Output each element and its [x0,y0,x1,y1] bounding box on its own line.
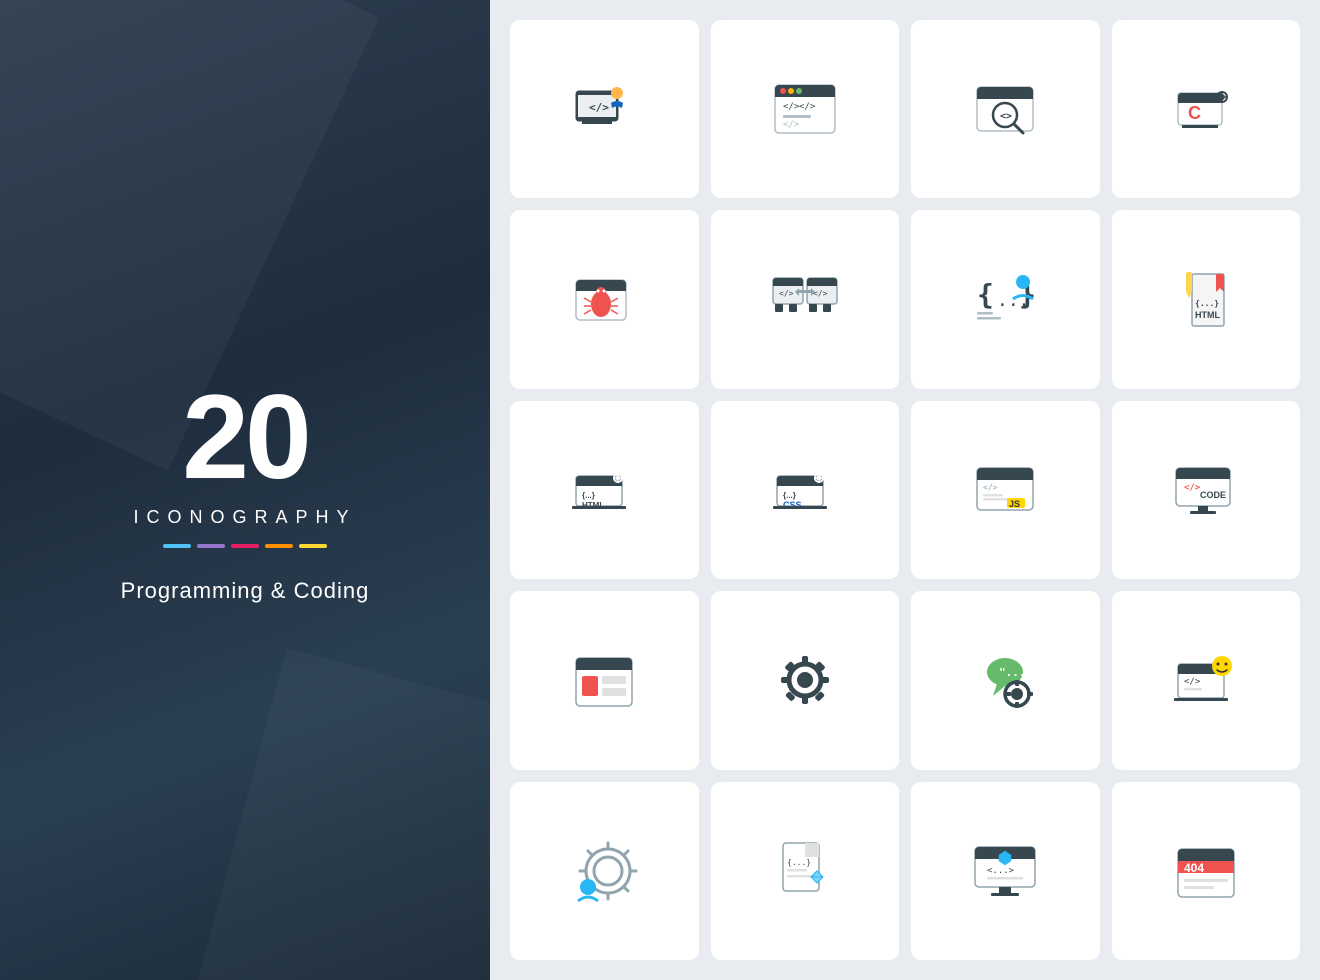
svg-text:</>: </> [1184,677,1201,687]
svg-text:{...}: {...} [787,858,811,867]
icon-card-code-file: {...} [711,782,900,960]
svg-text:<...>: <...> [987,866,1015,876]
svg-text:</>: </> [589,101,609,114]
code-editor-icon: </> </> </> [765,69,845,149]
icon-card-c-language: C [1112,20,1301,198]
html-code-icon: {...} HTML [1166,260,1246,340]
code-display-icon: <...> [965,831,1045,911]
icon-card-code-emoji: </> [1112,591,1301,769]
svg-text:{: { [977,278,994,311]
svg-text:</>: </> [783,102,800,112]
svg-text:</>: </> [783,120,800,130]
icon-card-code-display: <...> [911,782,1100,960]
bug-window-icon [564,260,644,340]
color-dot-yellow [299,544,327,548]
svg-text:</>: </> [813,289,828,298]
icon-card-developer-settings [510,782,699,960]
icon-card-code-editor: </> </> </> [711,20,900,198]
color-dot-orange [265,544,293,548]
icon-count: 20 [121,377,370,497]
color-dot-purple [197,544,225,548]
icon-card-code-user: { } ... [911,210,1100,388]
js-window-icon: </> JS [965,450,1045,530]
ui-layout-icon [564,640,644,720]
color-dot-pink [231,544,259,548]
svg-text:...: ... [997,290,1030,311]
icon-card-ui-layout [510,591,699,769]
settings-chat-icon: "..." [965,640,1045,720]
code-file-icon: {...} [765,831,845,911]
code-user-icon: { } ... [965,260,1045,340]
category-subtitle: Programming & Coding [121,578,370,604]
color-dot-blue [163,544,191,548]
icon-card-bug-window [510,210,699,388]
svg-text:{...}: {...} [783,491,796,500]
svg-text:</>: </> [779,289,794,298]
icon-card-code-compare: </> </> [711,210,900,388]
settings-gear-icon [765,640,845,720]
svg-text:404: 404 [1184,861,1204,875]
icon-card-html-settings: {...} HTML [510,401,699,579]
css-settings-icon: {...} CSS [765,450,845,530]
icon-card-404-error: 404 [1112,782,1301,960]
icon-card-code-search: <> [911,20,1100,198]
code-search-icon: <> [965,69,1045,149]
svg-text:"...": "..." [999,666,1032,679]
icon-card-css-settings: {...} CSS [711,401,900,579]
iconography-label: ICONOGRAPHY [121,507,370,528]
icon-card-settings-gear [711,591,900,769]
color-dots [121,544,370,548]
svg-text:C: C [1188,103,1201,123]
svg-text:HTML: HTML [1195,310,1220,320]
svg-text:</>: </> [799,102,816,112]
icon-grid: </> </> </> </> [490,0,1320,980]
left-content: 20 ICONOGRAPHY Programming & Coding [121,377,370,604]
icon-card-js-window: </> JS [911,401,1100,579]
code-compare-icon: </> </> [765,260,845,340]
left-panel: 20 ICONOGRAPHY Programming & Coding [0,0,490,980]
coding-user-icon: </> [564,69,644,149]
icon-card-settings-chat: "..." [911,591,1100,769]
svg-text:JS: JS [1009,499,1020,509]
svg-text:{...}: {...} [582,491,595,500]
code-monitor-icon: </> CODE [1166,450,1246,530]
html-settings-icon: {...} HTML [564,450,644,530]
developer-settings-icon [564,831,644,911]
svg-text:</>: </> [983,483,998,492]
icon-card-coding-user: </> [510,20,699,198]
svg-text:</>: </> [1184,483,1201,493]
svg-text:CODE: CODE [1200,490,1226,500]
code-emoji-icon: </> [1166,640,1246,720]
icon-card-html-code: {...} HTML [1112,210,1301,388]
svg-text:<>: <> [1000,111,1012,122]
svg-text:{...}: {...} [1195,299,1219,308]
404-error-icon: 404 [1166,831,1246,911]
icon-card-code-monitor: </> CODE [1112,401,1301,579]
c-language-icon: C [1166,69,1246,149]
